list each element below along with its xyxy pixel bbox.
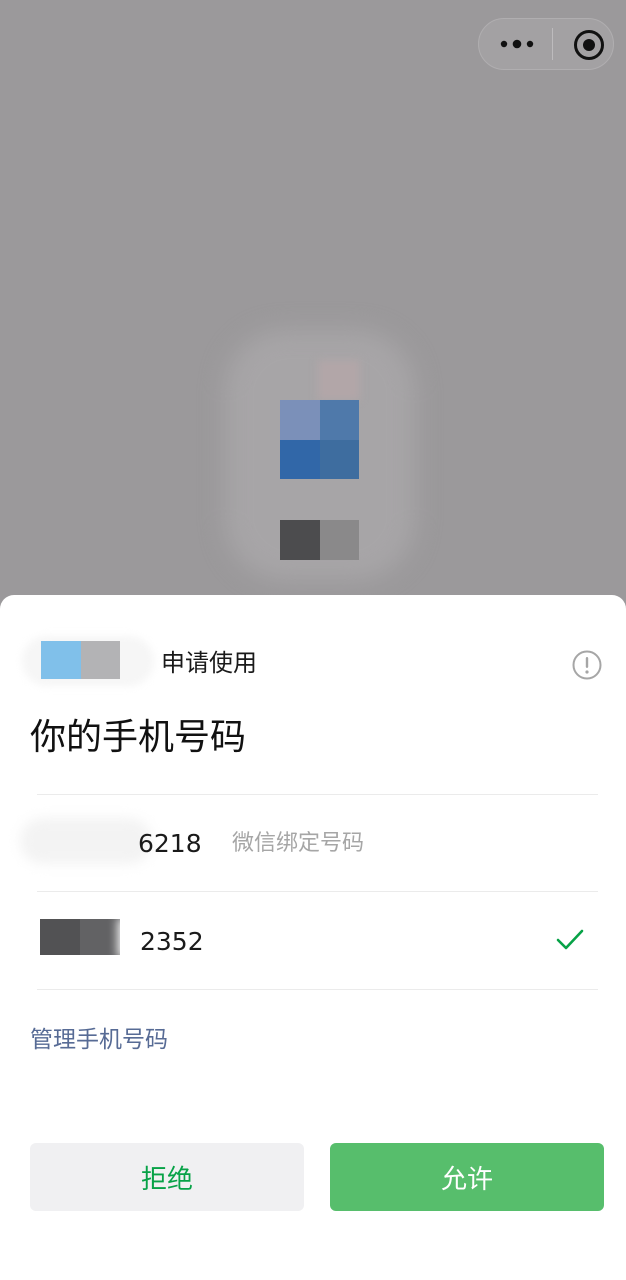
mosaic-cell	[319, 520, 359, 560]
mosaic-cell	[80, 919, 120, 955]
more-dots-icon[interactable]	[498, 34, 538, 54]
deny-button[interactable]: 拒绝	[30, 1143, 304, 1211]
mosaic-cell	[280, 400, 320, 440]
phone-tag: 微信绑定号码	[232, 831, 365, 856]
info-icon[interactable]	[571, 649, 603, 681]
mosaic-cell	[40, 919, 80, 955]
mosaic-cell	[41, 641, 81, 679]
divider	[37, 989, 598, 990]
allow-button[interactable]: 允许	[330, 1143, 604, 1211]
mosaic-cell	[319, 400, 359, 440]
mosaic-cell	[80, 641, 120, 679]
mosaic-cell	[280, 520, 320, 560]
request-label: 申请使用	[161, 649, 257, 677]
close-miniprogram-icon[interactable]	[572, 28, 606, 62]
app-avatar-mosaic	[41, 641, 120, 679]
phone-number-suffix: 2352	[140, 927, 204, 956]
phone-number-suffix: 6218	[138, 829, 202, 858]
background-blur-accent	[318, 360, 360, 400]
capsule-divider	[552, 28, 553, 60]
app-icon-mosaic	[280, 400, 359, 479]
phone-number-mosaic	[40, 919, 120, 955]
phone-number-mask	[20, 818, 152, 864]
mosaic-cell	[280, 439, 320, 479]
page-title: 你的手机号码	[30, 717, 247, 758]
mosaic-cell	[319, 439, 359, 479]
checkmark-icon	[556, 929, 584, 950]
app-name-mosaic	[280, 520, 359, 560]
manage-phone-link[interactable]: 管理手机号码	[30, 1024, 168, 1056]
